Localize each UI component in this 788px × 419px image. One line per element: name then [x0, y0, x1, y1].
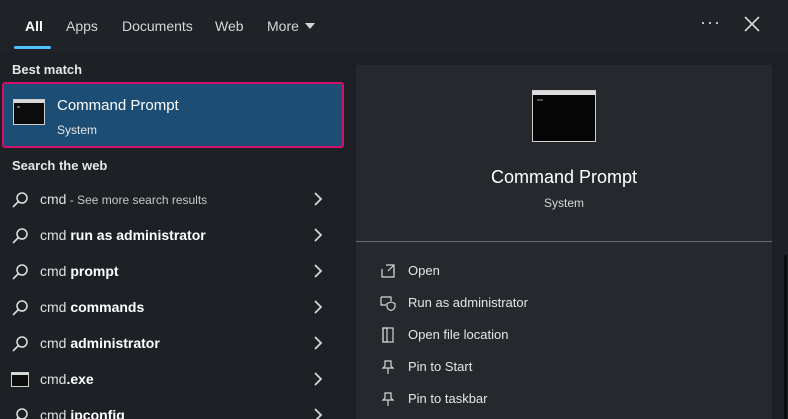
- web-result-text: cmd ipconfig: [40, 407, 125, 419]
- terminal-icon: [11, 371, 29, 389]
- more-options-button[interactable]: ···: [700, 12, 721, 33]
- preview-panel: Command Prompt System Open Run as adminis…: [356, 65, 772, 419]
- file-location-icon: [380, 327, 396, 343]
- action-label: Pin to Start: [408, 359, 473, 374]
- web-result-text: cmd prompt: [40, 263, 119, 279]
- action-open[interactable]: Open: [356, 255, 772, 285]
- chevron-right-icon[interactable]: [312, 264, 324, 278]
- terminal-icon: [532, 90, 596, 142]
- terminal-icon: [13, 99, 45, 125]
- web-result-row[interactable]: cmd run as administrator: [0, 217, 344, 253]
- web-result-text: cmd commands: [40, 299, 144, 315]
- query-suggestion: prompt: [70, 263, 119, 279]
- open-icon: [380, 263, 396, 279]
- action-label: Run as administrator: [408, 295, 528, 310]
- action-label: Open: [408, 263, 440, 278]
- action-open-file-location[interactable]: Open file location: [356, 319, 772, 349]
- chevron-right-icon[interactable]: [312, 192, 324, 206]
- query-suggestion: .exe: [66, 371, 94, 387]
- chevron-right-icon[interactable]: [312, 228, 324, 242]
- search-icon: [11, 407, 29, 419]
- query-prefix: cmd: [40, 263, 71, 279]
- search-icon: [11, 299, 29, 317]
- best-match-subtitle: System: [57, 123, 98, 137]
- chevron-right-icon[interactable]: [312, 336, 324, 350]
- results-panel: Best match Command Prompt System Search …: [0, 52, 344, 419]
- pin-icon: [380, 359, 396, 375]
- chevron-right-icon[interactable]: [312, 372, 324, 386]
- best-match-heading: Best match: [12, 62, 83, 77]
- web-result-text: cmd run as administrator: [40, 227, 206, 243]
- query-suggestion: ipconfig: [70, 407, 125, 419]
- web-result-row[interactable]: cmd ipconfig: [0, 397, 344, 419]
- web-result-text: cmd administrator: [40, 335, 160, 351]
- query-prefix: cmd: [40, 227, 71, 243]
- search-window: All Apps Documents Web More ··· Best mat…: [0, 0, 788, 419]
- search-web-heading: Search the web: [12, 158, 108, 173]
- preview-subtitle: System: [543, 196, 584, 210]
- query-suggestion: administrator: [70, 335, 160, 351]
- tab-more[interactable]: More: [267, 18, 315, 34]
- close-icon[interactable]: [740, 12, 764, 36]
- divider: [356, 241, 772, 242]
- web-result-row[interactable]: cmd commands: [0, 289, 344, 325]
- best-match-item[interactable]: Command Prompt System: [2, 82, 344, 148]
- search-icon: [11, 263, 29, 281]
- query-prefix: cmd: [40, 299, 71, 315]
- query-hint: - See more search results: [66, 193, 208, 207]
- query-prefix: cmd: [40, 191, 67, 207]
- web-result-row[interactable]: cmd.exe: [0, 361, 344, 397]
- preview-title: Command Prompt: [490, 167, 638, 187]
- action-label: Pin to taskbar: [408, 391, 488, 406]
- query-suggestion: commands: [70, 299, 145, 315]
- tab-all[interactable]: All: [25, 18, 43, 34]
- tab-apps[interactable]: Apps: [66, 18, 98, 34]
- tab-more-label: More: [267, 18, 299, 34]
- query-prefix: cmd: [40, 371, 67, 387]
- web-result-row[interactable]: cmd - See more search results: [0, 181, 344, 217]
- search-icon: [11, 227, 29, 245]
- action-label: Open file location: [408, 327, 509, 342]
- action-pin-to-start[interactable]: Pin to Start: [356, 351, 772, 381]
- query-suggestion: run as administrator: [70, 227, 206, 243]
- search-icon: [11, 335, 29, 353]
- web-result-row[interactable]: cmd prompt: [0, 253, 344, 289]
- pin-icon: [380, 391, 396, 407]
- tab-documents[interactable]: Documents: [122, 18, 193, 34]
- web-result-text: cmd - See more search results: [40, 191, 207, 207]
- query-prefix: cmd: [40, 335, 71, 351]
- chevron-right-icon[interactable]: [312, 300, 324, 314]
- tab-web[interactable]: Web: [215, 18, 244, 34]
- search-icon: [11, 191, 29, 209]
- tab-bar: All Apps Documents Web More ···: [0, 0, 788, 52]
- shield-icon: [380, 295, 396, 312]
- action-run-as-administrator[interactable]: Run as administrator: [356, 287, 772, 317]
- query-prefix: cmd: [40, 407, 71, 419]
- chevron-down-icon: [304, 23, 315, 30]
- active-tab-indicator: [14, 46, 51, 49]
- web-result-text: cmd.exe: [40, 371, 94, 387]
- best-match-title: Command Prompt: [57, 97, 179, 114]
- chevron-right-icon[interactable]: [312, 408, 324, 419]
- web-result-row[interactable]: cmd administrator: [0, 325, 344, 361]
- scrollbar[interactable]: [784, 255, 787, 419]
- action-pin-to-taskbar[interactable]: Pin to taskbar: [356, 383, 772, 413]
